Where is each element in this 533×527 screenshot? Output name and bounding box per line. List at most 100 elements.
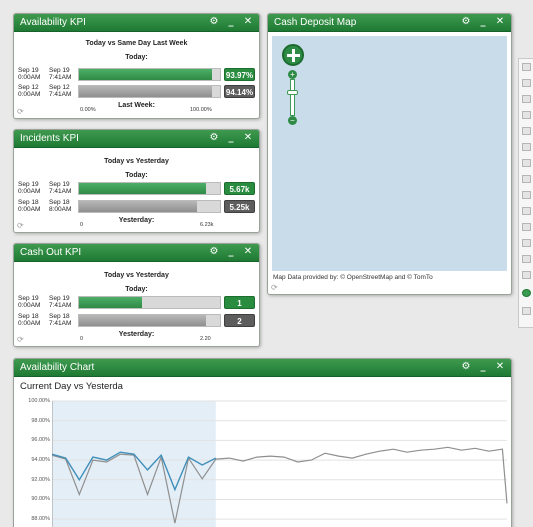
close-icon[interactable]: ✕ bbox=[241, 131, 255, 145]
close-icon[interactable]: ✕ bbox=[493, 360, 507, 374]
toolbar-tool-icon[interactable] bbox=[522, 271, 531, 279]
close-icon[interactable]: ✕ bbox=[493, 15, 507, 29]
incidents-kpi-title: Incidents KPI bbox=[20, 133, 79, 144]
progress-fill bbox=[79, 86, 212, 97]
today-label: Today: bbox=[125, 54, 148, 61]
zoom-knob[interactable] bbox=[287, 90, 298, 95]
toolbar-tool-icon[interactable] bbox=[522, 191, 531, 199]
widget-gear-icon[interactable]: ⟳ bbox=[17, 335, 24, 344]
progress-track bbox=[78, 296, 221, 309]
toolbar-active-icon[interactable] bbox=[522, 289, 531, 297]
toolbar-tool-icon[interactable] bbox=[522, 143, 531, 151]
row-to: Sep 19 7:41AM bbox=[49, 67, 72, 81]
cash-deposit-map-header[interactable]: Cash Deposit Map ⚙ _ ✕ bbox=[268, 14, 511, 32]
row-from: Sep 19 0:00AM bbox=[18, 181, 41, 195]
minimize-icon[interactable]: _ bbox=[224, 131, 238, 145]
close-icon[interactable]: ✕ bbox=[241, 245, 255, 259]
toolbar-tool-icon[interactable] bbox=[522, 127, 531, 135]
toolbar-tool-icon[interactable] bbox=[522, 95, 531, 103]
yesterday-label: Yesterday: bbox=[118, 331, 155, 338]
cash-out-kpi-title: Cash Out KPI bbox=[20, 247, 82, 258]
kpi-row-last-week: Sep 12 0:00AM Sep 12 7:41AM 94.14% bbox=[18, 84, 255, 100]
settings-icon[interactable]: ⚙ bbox=[459, 360, 473, 374]
toolbar-tool-icon[interactable] bbox=[522, 159, 531, 167]
availability-kpi-header[interactable]: Availability KPI ⚙ _ ✕ bbox=[14, 14, 259, 32]
toolbar-tool-icon[interactable] bbox=[522, 223, 531, 231]
zoom-in-icon[interactable]: + bbox=[288, 70, 297, 79]
last-week-label: Last Week: bbox=[118, 102, 155, 109]
row-from: Sep 12 0:00AM bbox=[18, 84, 41, 98]
toolbar-tool-icon[interactable] bbox=[522, 239, 531, 247]
map-canvas[interactable]: + − bbox=[272, 36, 507, 271]
row-from: Sep 19 0:00AM bbox=[18, 295, 41, 309]
widget-gear-icon[interactable]: ⟳ bbox=[17, 107, 24, 116]
toolbar-tool-icon[interactable] bbox=[522, 207, 531, 215]
map-credit: Map Data provided by: © OpenStreetMap an… bbox=[273, 274, 433, 281]
minimize-icon[interactable]: _ bbox=[224, 245, 238, 259]
toolbar-tool-icon[interactable] bbox=[522, 255, 531, 263]
y-tick-label: 88.00% bbox=[31, 516, 50, 523]
cash-out-kpi-header[interactable]: Cash Out KPI ⚙ _ ✕ bbox=[14, 244, 259, 262]
pan-control-icon[interactable] bbox=[282, 44, 304, 66]
kpi-row-today: Sep 19 0:00AM Sep 19 7:41AM 93.97% bbox=[18, 67, 255, 83]
row-to: Sep 18 7:41AM bbox=[49, 313, 72, 327]
toolbar-tool-icon[interactable] bbox=[522, 79, 531, 87]
side-toolbar bbox=[518, 58, 533, 328]
row-from: Sep 18 0:00AM bbox=[18, 199, 41, 213]
progress-fill bbox=[79, 69, 212, 80]
toolbar-tool-icon[interactable] bbox=[522, 111, 531, 119]
close-icon[interactable]: ✕ bbox=[241, 15, 255, 29]
progress-track bbox=[78, 314, 221, 327]
comparison-label: Today vs Yesterday bbox=[104, 272, 169, 279]
comparison-label: Today vs Same Day Last Week bbox=[85, 40, 188, 47]
toolbar-tool-icon[interactable] bbox=[522, 307, 531, 315]
yesterday-label: Yesterday: bbox=[118, 217, 155, 224]
widget-gear-icon[interactable]: ⟳ bbox=[17, 221, 24, 230]
y-tick-label: 90.00% bbox=[31, 496, 50, 503]
incidents-kpi-widget: Incidents KPI ⚙ _ ✕ Today vs Yesterday T… bbox=[13, 129, 260, 233]
row-to: Sep 19 7:41AM bbox=[49, 295, 72, 309]
toolbar-tool-icon[interactable] bbox=[522, 63, 531, 71]
cash-deposit-map-widget: Cash Deposit Map ⚙ _ ✕ + − Map Data prov… bbox=[267, 13, 512, 295]
y-tick-label: 94.00% bbox=[31, 457, 50, 464]
settings-icon[interactable]: ⚙ bbox=[207, 15, 221, 29]
settings-icon[interactable]: ⚙ bbox=[207, 131, 221, 145]
availability-kpi-widget: Availability KPI ⚙ _ ✕ Today vs Same Day… bbox=[13, 13, 260, 119]
minimize-icon[interactable]: _ bbox=[476, 15, 490, 29]
axis-max: 100.00% bbox=[190, 107, 212, 113]
toolbar-tool-icon[interactable] bbox=[522, 175, 531, 183]
kpi-value: 94.14% bbox=[224, 85, 255, 98]
progress-track bbox=[78, 85, 221, 98]
availability-kpi-title: Availability KPI bbox=[20, 17, 86, 28]
comparison-label: Today vs Yesterday bbox=[104, 158, 169, 165]
settings-icon[interactable]: ⚙ bbox=[459, 15, 473, 29]
kpi-row-today: Sep 19 0:00AM Sep 19 7:41AM 5.67k bbox=[18, 181, 255, 197]
zoom-slider[interactable]: + − bbox=[287, 70, 298, 125]
progress-track bbox=[78, 68, 221, 81]
progress-fill bbox=[79, 297, 143, 308]
progress-fill bbox=[79, 201, 198, 212]
zoom-track[interactable] bbox=[290, 79, 295, 116]
y-tick-label: 96.00% bbox=[31, 437, 50, 444]
row-to: Sep 19 7:41AM bbox=[49, 181, 72, 195]
widget-gear-icon[interactable]: ⟳ bbox=[271, 283, 278, 292]
minimize-icon[interactable]: _ bbox=[224, 15, 238, 29]
y-tick-label: 98.00% bbox=[31, 417, 50, 424]
availability-chart-title: Availability Chart bbox=[20, 362, 95, 373]
settings-icon[interactable]: ⚙ bbox=[207, 245, 221, 259]
kpi-row-yesterday: Sep 18 0:00AM Sep 18 7:41AM 2 bbox=[18, 313, 255, 329]
row-to: Sep 12 7:41AM bbox=[49, 84, 72, 98]
availability-chart-header[interactable]: Availability Chart ⚙ _ ✕ bbox=[14, 359, 511, 377]
axis-max: 2.20 bbox=[200, 336, 211, 342]
incidents-kpi-header[interactable]: Incidents KPI ⚙ _ ✕ bbox=[14, 130, 259, 148]
row-from: Sep 19 0:00AM bbox=[18, 67, 41, 81]
kpi-value: 1 bbox=[224, 296, 255, 309]
today-label: Today: bbox=[125, 172, 148, 179]
kpi-value: 93.97% bbox=[224, 68, 255, 81]
kpi-row-yesterday: Sep 18 0:00AM Sep 18 8:00AM 5.25k bbox=[18, 199, 255, 215]
y-tick-label: 100.00% bbox=[28, 398, 50, 404]
chart-subtitle: Current Day vs Yesterda bbox=[20, 381, 123, 392]
minimize-icon[interactable]: _ bbox=[476, 360, 490, 374]
zoom-out-icon[interactable]: − bbox=[288, 116, 297, 125]
kpi-value: 5.25k bbox=[224, 200, 255, 213]
